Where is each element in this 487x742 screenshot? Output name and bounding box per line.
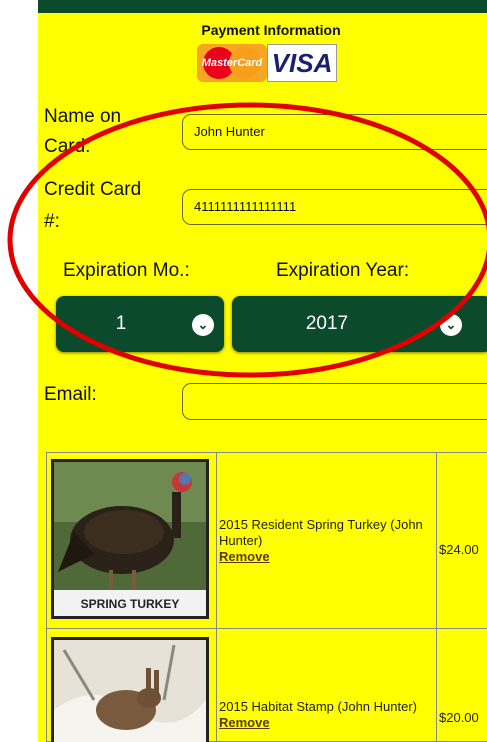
item-image-caption: SPRING TURKEY [80, 597, 180, 611]
item-price: $20.00 [439, 710, 479, 725]
expiration-month-value: 1 [115, 313, 127, 334]
cart-row: SPRING TURKEY 2015 Resident Spring Turke… [47, 453, 487, 629]
email-input[interactable] [182, 383, 487, 420]
credit-card-input[interactable]: 4111111111111111 [182, 189, 487, 225]
item-price: $24.00 [439, 542, 479, 557]
mastercard-label: MasterCard [201, 57, 263, 69]
name-on-card-input[interactable]: John Hunter [182, 114, 487, 150]
expiration-year-value: 2017 [305, 313, 349, 334]
mastercard-logo: MasterCard [197, 44, 267, 82]
cart-row: 2015 Habitat Stamp (John Hunter) Remove … [47, 629, 487, 742]
expiration-month-label: Expiration Mo.: [63, 260, 190, 281]
remove-link[interactable]: Remove [219, 549, 270, 564]
item-price-cell: $20.00 [437, 629, 487, 742]
item-image-cell: SPRING TURKEY [47, 453, 217, 628]
visa-logo: VISA [267, 44, 337, 82]
item-description: 2015 Resident Spring Turkey (John Hunter… [219, 517, 429, 565]
top-bar [38, 0, 487, 13]
cart-table: SPRING TURKEY 2015 Resident Spring Turke… [46, 452, 487, 742]
name-label-line1: Name on [44, 106, 122, 127]
card-logos: MasterCard VISA [197, 40, 337, 86]
item-price-cell: $24.00 [437, 453, 487, 628]
payment-panel: Payment Information MasterCard VISA Name… [38, 0, 487, 742]
item-description-text: 2015 Resident Spring Turkey (John Hunter… [219, 517, 423, 548]
cc-label-line2: #: [44, 211, 60, 232]
expiration-month-select[interactable]: 1 ⌄ [56, 296, 224, 352]
remove-link[interactable]: Remove [219, 715, 270, 730]
expiration-year-label: Expiration Year: [276, 260, 410, 281]
chevron-down-icon: ⌄ [192, 314, 214, 336]
name-label-line2: Card: [44, 136, 91, 157]
email-label: Email: [44, 384, 97, 405]
cc-label-line1: Credit Card [44, 179, 142, 200]
item-description-cell: 2015 Habitat Stamp (John Hunter) Remove [217, 629, 437, 742]
expiration-year-select[interactable]: 2017 ⌄ [232, 296, 487, 352]
turkey-image: SPRING TURKEY [51, 459, 209, 619]
item-description-cell: 2015 Resident Spring Turkey (John Hunter… [217, 453, 437, 628]
item-image-cell [47, 629, 217, 742]
item-description-text: 2015 Habitat Stamp (John Hunter) [219, 699, 417, 714]
chevron-down-icon: ⌄ [440, 314, 462, 336]
rabbit-image [51, 637, 209, 742]
payment-title: Payment Information [201, 22, 341, 38]
item-description: 2015 Habitat Stamp (John Hunter) Remove [219, 699, 429, 731]
